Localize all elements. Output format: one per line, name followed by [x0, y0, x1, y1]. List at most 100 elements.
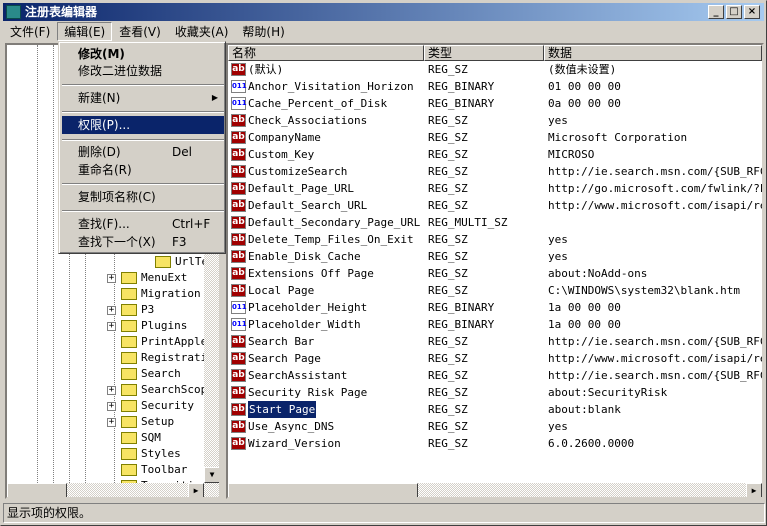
folder-icon	[121, 464, 137, 476]
tree-item-label: MenuExt	[141, 271, 188, 284]
list-row[interactable]: ab Delete_Temp_Files_On_Exit REG_SZ yes	[228, 231, 762, 248]
list-row[interactable]: ab Wizard_Version REG_SZ 6.0.2600.0000	[228, 435, 762, 452]
value-name: Search Bar	[248, 335, 315, 348]
tree-item[interactable]: + Plugins	[7, 318, 207, 334]
menu-item-delete[interactable]: 删除(D) Del	[62, 143, 224, 161]
value-data: Microsoft Corporation	[548, 131, 688, 144]
tree-item[interactable]: + P3	[7, 302, 207, 318]
expand-icon[interactable]: +	[107, 418, 116, 427]
list-row[interactable]: ab CustomizeSearch REG_SZ http://ie.search.…	[228, 163, 762, 180]
scroll-right-button[interactable]: ▶	[746, 483, 762, 497]
list-row[interactable]: ab Default_Search_URL REG_SZ http://www.mic…	[228, 197, 762, 214]
expand-icon[interactable]: +	[107, 274, 116, 283]
menu-file[interactable]: 文件(F)	[3, 22, 57, 41]
value-type: REG_SZ	[428, 267, 468, 280]
column-header-data[interactable]: 数据	[544, 45, 762, 61]
value-type: REG_SZ	[428, 165, 468, 178]
value-data: http://www.microsoft.com/isapi/redir	[548, 199, 764, 212]
tree-item[interactable]: + MenuExt	[7, 270, 207, 286]
menu-item-modify-binary[interactable]: 修改二进位数据	[62, 62, 224, 80]
list-row[interactable]: ab Extensions Off Page REG_SZ about:NoAdd-o…	[228, 265, 762, 282]
list-row[interactable]: 011 Placeholder_Width REG_BINARY 1a 00 00 0…	[228, 316, 762, 333]
column-header-type[interactable]: 类型	[424, 45, 544, 61]
value-type: REG_BINARY	[428, 80, 495, 93]
value-data: MICROSO	[548, 148, 595, 161]
tree-item-label: Setup	[141, 415, 175, 428]
menu-item-permissions[interactable]: 权限(P)...	[62, 116, 224, 134]
list-row[interactable]: ab Default_Page_URL REG_SZ http://go.micros…	[228, 180, 762, 197]
menu-item-label: 删除(D)	[78, 145, 121, 159]
tree-item[interactable]: Search	[7, 366, 207, 382]
menu-view[interactable]: 查看(V)	[112, 22, 168, 41]
folder-icon	[121, 448, 137, 460]
close-button[interactable]: ×	[744, 5, 760, 19]
menu-item-find[interactable]: 查找(F)... Ctrl+F	[62, 215, 224, 233]
list-row[interactable]: 011 Placeholder_Height REG_BINARY 1a 00 00 …	[228, 299, 762, 316]
tree-item[interactable]: SQM	[7, 430, 207, 446]
tree-item[interactable]: + Setup	[7, 414, 207, 430]
tree-item[interactable]: + Security	[7, 398, 207, 414]
value-data: (数值未设置)	[548, 63, 617, 76]
value-name: Placeholder_Width	[248, 318, 361, 331]
list-row[interactable]: ab Custom_Key REG_SZ MICROSO	[228, 146, 762, 163]
value-name: (默认)	[248, 63, 284, 76]
list-row[interactable]: ab Use_Async_DNS REG_SZ yes	[228, 418, 762, 435]
scroll-right-button[interactable]: ▶	[188, 483, 204, 497]
scroll-down-button[interactable]: ▼	[204, 467, 219, 483]
folder-icon	[121, 320, 137, 332]
menu-edit[interactable]: 编辑(E)	[57, 22, 113, 41]
menu-item-label: 新建(N)	[78, 91, 121, 105]
value-name: Local Page	[248, 284, 315, 297]
list-row[interactable]: ab SearchAssistant REG_SZ http://ie.search.…	[228, 367, 762, 384]
list-row[interactable]: ab Enable_Disk_Cache REG_SZ yes	[228, 248, 762, 265]
values-list-pane[interactable]: 名称 类型 数据 ab (默认) REG_SZ (数值未设置) 011 Anchor_Vi…	[226, 43, 764, 499]
tree-item[interactable]: Registrati	[7, 350, 207, 366]
list-row[interactable]: ab Local Page REG_SZ C:\WINDOWS\system32\bl…	[228, 282, 762, 299]
maximize-button[interactable]: □	[726, 5, 742, 19]
menu-item-modify[interactable]: 修改(M)	[62, 45, 224, 63]
tree-item[interactable]: + SearchScop	[7, 382, 207, 398]
tree-horizontal-scrollbar[interactable]: ▶	[7, 483, 219, 497]
value-data: about:blank	[548, 403, 621, 416]
list-row[interactable]: ab Security Risk Page REG_SZ about:Security…	[228, 384, 762, 401]
value-type: REG_SZ	[428, 250, 468, 263]
tree-item[interactable]: Migration	[7, 286, 207, 302]
tree-item[interactable]: Toolbar	[7, 462, 207, 478]
expand-icon[interactable]: +	[107, 306, 116, 315]
list-header: 名称 类型 数据	[228, 45, 762, 61]
scroll-thumb[interactable]	[228, 483, 418, 497]
window-title: 注册表编辑器	[25, 5, 98, 19]
expand-icon[interactable]: +	[107, 322, 116, 331]
expand-icon[interactable]: +	[107, 402, 116, 411]
list-row[interactable]: ab (默认) REG_SZ (数值未设置)	[228, 61, 762, 78]
list-row[interactable]: ab Check_Associations REG_SZ yes	[228, 112, 762, 129]
menu-item-new[interactable]: 新建(N) ▶	[62, 89, 224, 107]
list-row[interactable]: ab Search Bar REG_SZ http://ie.search.msn.c…	[228, 333, 762, 350]
value-type: REG_SZ	[428, 437, 468, 450]
menu-item-rename[interactable]: 重命名(R)	[62, 161, 224, 179]
folder-icon	[121, 272, 137, 284]
value-type: REG_SZ	[428, 369, 468, 382]
menu-item-find-next[interactable]: 查找下一个(X) F3	[62, 233, 224, 251]
menu-help[interactable]: 帮助(H)	[235, 22, 291, 41]
menu-item-copy-key-name[interactable]: 复制项名称(C)	[62, 188, 224, 206]
list-row[interactable]: ab CompanyName REG_SZ Microsoft Corporation	[228, 129, 762, 146]
list-row[interactable]: ab Start Page REG_SZ about:blank	[228, 401, 762, 418]
menu-favorites[interactable]: 收藏夹(A)	[168, 22, 236, 41]
tree-item[interactable]: UrlTemp	[7, 254, 219, 270]
tree-item[interactable]: PrintApple	[7, 334, 207, 350]
list-horizontal-scrollbar[interactable]: ▶	[228, 483, 762, 497]
scroll-thumb[interactable]	[7, 483, 67, 497]
tree-item-label: Search	[141, 367, 181, 380]
submenu-arrow-icon: ▶	[211, 93, 218, 102]
list-row[interactable]: ab Search Page REG_SZ http://www.microsoft.…	[228, 350, 762, 367]
value-data: yes	[548, 114, 568, 127]
expand-icon[interactable]: +	[107, 386, 116, 395]
list-row[interactable]: 011 Cache_Percent_of_Disk REG_BINARY 0a 00 …	[228, 95, 762, 112]
value-name: Delete_Temp_Files_On_Exit	[248, 233, 414, 246]
list-row[interactable]: 011 Anchor_Visitation_Horizon REG_BINARY 01…	[228, 78, 762, 95]
list-row[interactable]: ab Default_Secondary_Page_URL REG_MULTI_SZ	[228, 214, 762, 231]
column-header-name[interactable]: 名称	[228, 45, 424, 61]
minimize-button[interactable]: _	[708, 5, 724, 19]
tree-item[interactable]: Styles	[7, 446, 207, 462]
